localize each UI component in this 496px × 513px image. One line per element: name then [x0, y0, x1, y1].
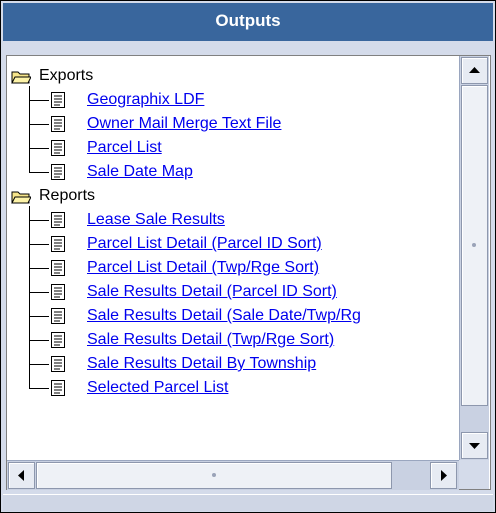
panel-footer — [3, 494, 493, 511]
scroll-down-button[interactable] — [461, 432, 488, 459]
tree-item-link[interactable]: Lease Sale Results — [87, 208, 225, 232]
document-icon — [51, 332, 65, 348]
tree-item[interactable]: Lease Sale Results — [7, 208, 459, 232]
document-icon — [51, 92, 65, 108]
tree-item-link[interactable]: Sale Results Detail (Sale Date/Twp/Rg — [87, 304, 361, 328]
arrow-down-icon — [469, 443, 480, 449]
horizontal-scroll-thumb[interactable] — [36, 462, 392, 489]
tree-item-link[interactable]: Geographix LDF — [87, 88, 204, 112]
tree-item-link[interactable]: Parcel List — [87, 136, 162, 160]
document-icon — [51, 140, 65, 156]
tree-item-link[interactable]: Sale Results Detail By Township — [87, 352, 316, 376]
tree-item[interactable]: Sale Results Detail (Sale Date/Twp/Rg — [7, 304, 459, 328]
tree-item-link[interactable]: Parcel List Detail (Twp/Rge Sort) — [87, 256, 319, 280]
document-icon — [51, 212, 65, 228]
tree-item[interactable]: Sale Results Detail (Parcel ID Sort) — [7, 280, 459, 304]
tree-item-link[interactable]: Sale Results Detail (Parcel ID Sort) — [87, 280, 337, 304]
scroll-left-button[interactable] — [8, 462, 35, 489]
horizontal-scrollbar[interactable] — [7, 460, 459, 490]
outputs-tree: Exports Geographix LDF Owner Mail Merge Te… — [7, 56, 459, 460]
tree-item-link[interactable]: Parcel List Detail (Parcel ID Sort) — [87, 232, 322, 256]
document-icon — [51, 380, 65, 396]
vertical-scroll-thumb[interactable] — [461, 85, 488, 406]
panel-title: Outputs — [3, 3, 493, 41]
document-icon — [51, 116, 65, 132]
tree-item[interactable]: Owner Mail Merge Text File — [7, 112, 459, 136]
document-icon — [51, 164, 65, 180]
tree-folder-exports[interactable]: Exports — [7, 64, 459, 88]
outputs-tree-frame: Exports Geographix LDF Owner Mail Merge Te… — [6, 55, 491, 490]
tree-item-link[interactable]: Owner Mail Merge Text File — [87, 112, 281, 136]
tree-item-link[interactable]: Sale Results Detail (Twp/Rge Sort) — [87, 328, 334, 352]
document-icon — [51, 260, 65, 276]
tree-item[interactable]: Sale Date Map — [7, 160, 459, 184]
arrow-right-icon — [441, 470, 447, 481]
tree-item[interactable]: Sale Results Detail By Township — [7, 352, 459, 376]
tree-item[interactable]: Selected Parcel List — [7, 376, 459, 400]
tree-item-link[interactable]: Selected Parcel List — [87, 376, 228, 400]
folder-label: Reports — [39, 187, 96, 204]
tree-folder-reports[interactable]: Reports — [7, 184, 459, 208]
outputs-panel: Outputs Exports Geographix LDF Owner Mail … — [0, 0, 496, 513]
document-icon — [51, 356, 65, 372]
tree-item[interactable]: Geographix LDF — [7, 88, 459, 112]
grip-icon — [472, 243, 476, 247]
scroll-right-button[interactable] — [430, 462, 457, 489]
tree-item[interactable]: Sale Results Detail (Twp/Rge Sort) — [7, 328, 459, 352]
scrollbar-corner — [459, 460, 489, 489]
tree-item[interactable]: Parcel List Detail (Twp/Rge Sort) — [7, 256, 459, 280]
tree-item-link[interactable]: Sale Date Map — [87, 160, 193, 184]
scroll-up-button[interactable] — [461, 57, 488, 84]
document-icon — [51, 308, 65, 324]
arrow-left-icon — [18, 470, 24, 481]
folder-label: Exports — [39, 67, 94, 84]
arrow-up-icon — [469, 67, 480, 73]
tree-item[interactable]: Parcel List — [7, 136, 459, 160]
document-icon — [51, 284, 65, 300]
tree-item[interactable]: Parcel List Detail (Parcel ID Sort) — [7, 232, 459, 256]
vertical-scrollbar[interactable] — [459, 56, 489, 460]
grip-icon — [212, 473, 216, 477]
document-icon — [51, 236, 65, 252]
